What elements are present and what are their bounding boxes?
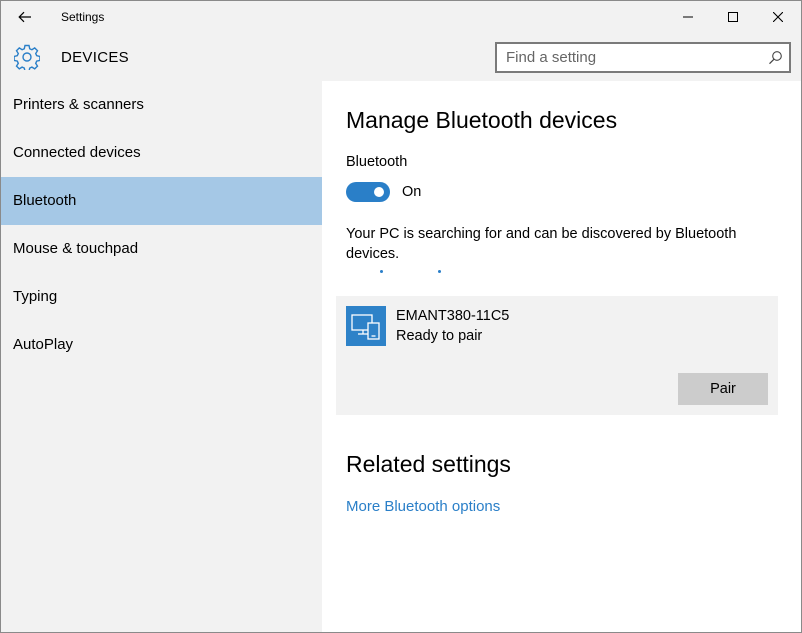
- gear-icon: [14, 44, 40, 70]
- title-bar: Settings: [1, 1, 801, 33]
- search-icon[interactable]: [768, 50, 783, 65]
- page-title: Manage Bluetooth devices: [346, 107, 618, 133]
- sidebar-item-printers-scanners[interactable]: Printers & scanners: [1, 81, 322, 129]
- search-input[interactable]: [497, 44, 761, 71]
- sidebar: Printers & scanners Connected devices Bl…: [1, 81, 322, 632]
- more-bluetooth-options-link[interactable]: More Bluetooth options: [346, 498, 500, 515]
- sidebar-item-autoplay[interactable]: AutoPlay: [1, 321, 322, 369]
- maximize-button[interactable]: [710, 1, 756, 33]
- maximize-icon: [728, 12, 738, 22]
- sidebar-item-typing[interactable]: Typing: [1, 273, 322, 321]
- sidebar-item-mouse-touchpad[interactable]: Mouse & touchpad: [1, 225, 322, 273]
- settings-window: Settings DEVICES Find a setting Printers…: [0, 0, 802, 633]
- toggle-knob: [374, 187, 384, 197]
- settings-header: DEVICES: [1, 33, 801, 81]
- search-box[interactable]: [495, 42, 791, 73]
- bluetooth-toggle[interactable]: [346, 182, 390, 202]
- minimize-button[interactable]: [665, 1, 711, 33]
- sidebar-item-connected-devices[interactable]: Connected devices: [1, 129, 322, 177]
- close-icon: [773, 12, 783, 22]
- sidebar-item-bluetooth[interactable]: Bluetooth: [1, 177, 322, 225]
- progress-dot: [380, 270, 383, 273]
- back-arrow-icon: [18, 11, 31, 23]
- device-status: Ready to pair: [396, 328, 483, 344]
- window-title: Settings: [61, 10, 105, 24]
- device-card[interactable]: EMANT380-11C5 Ready to pair Pair: [336, 296, 778, 415]
- device-name: EMANT380-11C5: [396, 308, 510, 324]
- devices-icon: [346, 306, 386, 346]
- discovery-message: Your PC is searching for and can be disc…: [346, 226, 737, 262]
- progress-dot: [438, 270, 441, 273]
- related-settings-title: Related settings: [346, 451, 511, 477]
- pair-button[interactable]: Pair: [678, 373, 768, 405]
- main-content: Manage Bluetooth devices Bluetooth On Yo…: [322, 81, 801, 632]
- back-button[interactable]: [1, 1, 49, 33]
- bluetooth-label: Bluetooth: [346, 154, 408, 170]
- minimize-icon: [683, 16, 693, 18]
- close-button[interactable]: [755, 1, 801, 33]
- section-title: DEVICES: [61, 49, 129, 66]
- toggle-state-label: On: [402, 184, 422, 200]
